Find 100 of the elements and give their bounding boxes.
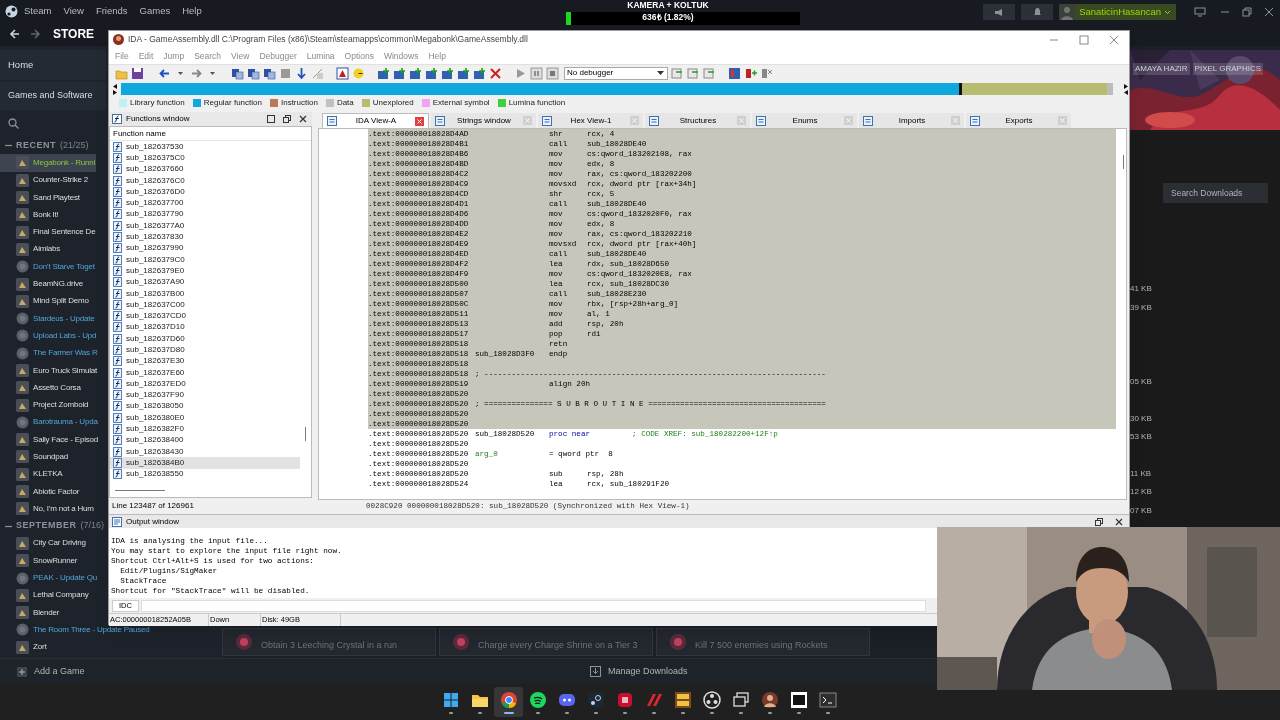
download-icon[interactable] [590, 666, 601, 677]
plus-icon[interactable] [17, 666, 27, 677]
menu-item[interactable]: Steam [24, 3, 52, 19]
tab[interactable]: IDA View-A [322, 113, 429, 128]
forward-arrow-icon[interactable] [29, 28, 41, 40]
tab[interactable]: Enums [752, 113, 857, 128]
pause-icon[interactable] [530, 66, 543, 80]
function-row[interactable]: sub_182637660 [110, 163, 300, 175]
function-row[interactable]: sub_182637530 [110, 141, 300, 153]
search-icon[interactable] [8, 118, 19, 129]
stop-icon[interactable] [546, 66, 559, 80]
tool-icon[interactable] [728, 66, 741, 80]
debugger-dropdown[interactable]: No debugger [564, 66, 668, 80]
tool-icon[interactable] [457, 66, 470, 80]
tab[interactable]: Exports [966, 113, 1071, 128]
command-input[interactable] [140, 599, 926, 612]
start-icon[interactable] [441, 690, 460, 709]
menu-item[interactable]: Windows [383, 49, 419, 63]
tool-icon[interactable] [377, 66, 390, 80]
function-row[interactable]: sub_1826379C0 [110, 253, 300, 266]
function-row[interactable]: sub_182637D10 [110, 321, 300, 334]
function-row[interactable]: sub_1826379E0 [110, 265, 300, 277]
scrollbar-thumb[interactable] [1123, 155, 1124, 169]
function-row[interactable]: sub_182637790 [110, 208, 300, 221]
menu-item[interactable]: Games [139, 3, 171, 19]
function-row[interactable]: sub_182637D80 [110, 344, 300, 356]
menu-item[interactable]: Help [182, 3, 202, 19]
tab[interactable]: Strings window [431, 113, 536, 128]
tag[interactable]: PIXEL GRAPHICS [1192, 63, 1263, 75]
column-header[interactable]: Function name [110, 127, 311, 141]
function-row[interactable]: sub_182637C00 [110, 299, 300, 311]
music-app-icon[interactable] [528, 690, 547, 709]
function-row[interactable]: sub_182637F90 [110, 389, 300, 401]
float-icon[interactable] [283, 115, 291, 123]
game-list-item[interactable]: Blender [0, 604, 61, 622]
game-list-item[interactable]: Don't Starve Toget [0, 258, 96, 276]
tab[interactable]: Hex View-1 [538, 113, 643, 128]
menu-item[interactable]: Friends [95, 3, 128, 19]
back-arrow-icon[interactable] [9, 28, 21, 40]
forward-arrow-icon[interactable] [190, 66, 203, 80]
game-list-item[interactable]: Project Zomboid [0, 396, 90, 414]
game-list-item[interactable]: City Car Driving [0, 534, 87, 553]
function-row[interactable]: sub_1826376C0 [110, 174, 300, 187]
notification-button[interactable] [1021, 4, 1054, 20]
scroll-arrows-icon[interactable] [112, 82, 118, 95]
game-list-item[interactable]: Final Sentence De [0, 223, 97, 241]
tool-icon[interactable] [336, 66, 349, 80]
function-row[interactable]: sub_182638050 [110, 400, 300, 413]
game-list-item[interactable]: Soundpad [0, 448, 69, 466]
function-row[interactable]: sub_1826377A0 [110, 220, 300, 232]
close-icon[interactable] [1115, 517, 1123, 526]
menu-item[interactable]: Lumina [306, 49, 335, 63]
app-icon[interactable] [615, 690, 634, 709]
game-list-item[interactable]: PEAK - Update Qu [0, 569, 98, 587]
delete-icon[interactable] [489, 66, 502, 80]
tab[interactable]: Imports [859, 113, 964, 128]
close-icon[interactable] [299, 115, 307, 123]
archive-icon[interactable] [789, 690, 808, 709]
monitor-icon[interactable] [1194, 7, 1206, 17]
game-list-item[interactable]: Stardeus - Update [0, 309, 96, 328]
menu-item[interactable]: Help [428, 49, 446, 63]
function-row[interactable]: sub_1826376D0 [110, 186, 300, 198]
tool-icon[interactable] [760, 66, 773, 80]
function-row[interactable]: sub_182637830 [110, 231, 300, 243]
function-row[interactable]: sub_182638550 [110, 468, 300, 480]
tool-icon[interactable] [231, 66, 244, 80]
function-row[interactable]: sub_182637E60 [110, 366, 300, 379]
home-button[interactable]: Home [0, 50, 106, 80]
menu-item[interactable]: View [63, 3, 84, 19]
function-row[interactable]: sub_182638430 [110, 446, 300, 458]
menu-item[interactable]: Edit [138, 49, 154, 63]
game-list-item[interactable]: Aimlabs [0, 240, 62, 259]
game-list-item[interactable]: Upload Labs - Upd [0, 327, 98, 345]
tool-icon[interactable] [263, 66, 276, 80]
restore-icon[interactable] [1242, 7, 1252, 17]
tag[interactable]: AMAYA HAZIR [1133, 63, 1190, 75]
recorder-icon[interactable] [702, 690, 721, 709]
function-row[interactable]: sub_182637B00 [110, 287, 300, 300]
function-row[interactable]: sub_1826384B0 [110, 457, 300, 469]
game-list-item[interactable]: Sand Playtest [0, 188, 81, 207]
games-filter-dropdown[interactable]: Games and Software [0, 82, 106, 110]
menu-item[interactable]: View [231, 49, 250, 63]
manage-downloads-link[interactable]: Manage Downloads [608, 664, 688, 679]
tool-icon[interactable] [393, 66, 406, 80]
search-field[interactable]: Search Downloads [1163, 183, 1268, 203]
menu-item[interactable]: Jump [163, 49, 185, 63]
user-menu-button[interactable]: SanaticinHasancan [1059, 4, 1176, 20]
avatar-icon[interactable] [760, 690, 779, 709]
game-list-item[interactable]: SnowRunner [0, 552, 79, 570]
game-list-item[interactable]: Euro Truck Simulat [0, 361, 98, 380]
game-list-item[interactable]: Zort [0, 638, 48, 656]
tool-icon[interactable] [425, 66, 438, 80]
menu-item[interactable]: Search [194, 49, 222, 63]
function-row[interactable]: sub_1826380E0 [110, 412, 300, 424]
function-row[interactable]: sub_182637E30 [110, 355, 300, 367]
tool-icon[interactable] [473, 66, 486, 80]
game-list-item[interactable]: Abiotic Factor [0, 482, 81, 501]
add-game-link[interactable]: Add a Game [34, 664, 85, 679]
tool-icon[interactable] [247, 66, 260, 80]
menu-item[interactable]: File [115, 49, 129, 63]
